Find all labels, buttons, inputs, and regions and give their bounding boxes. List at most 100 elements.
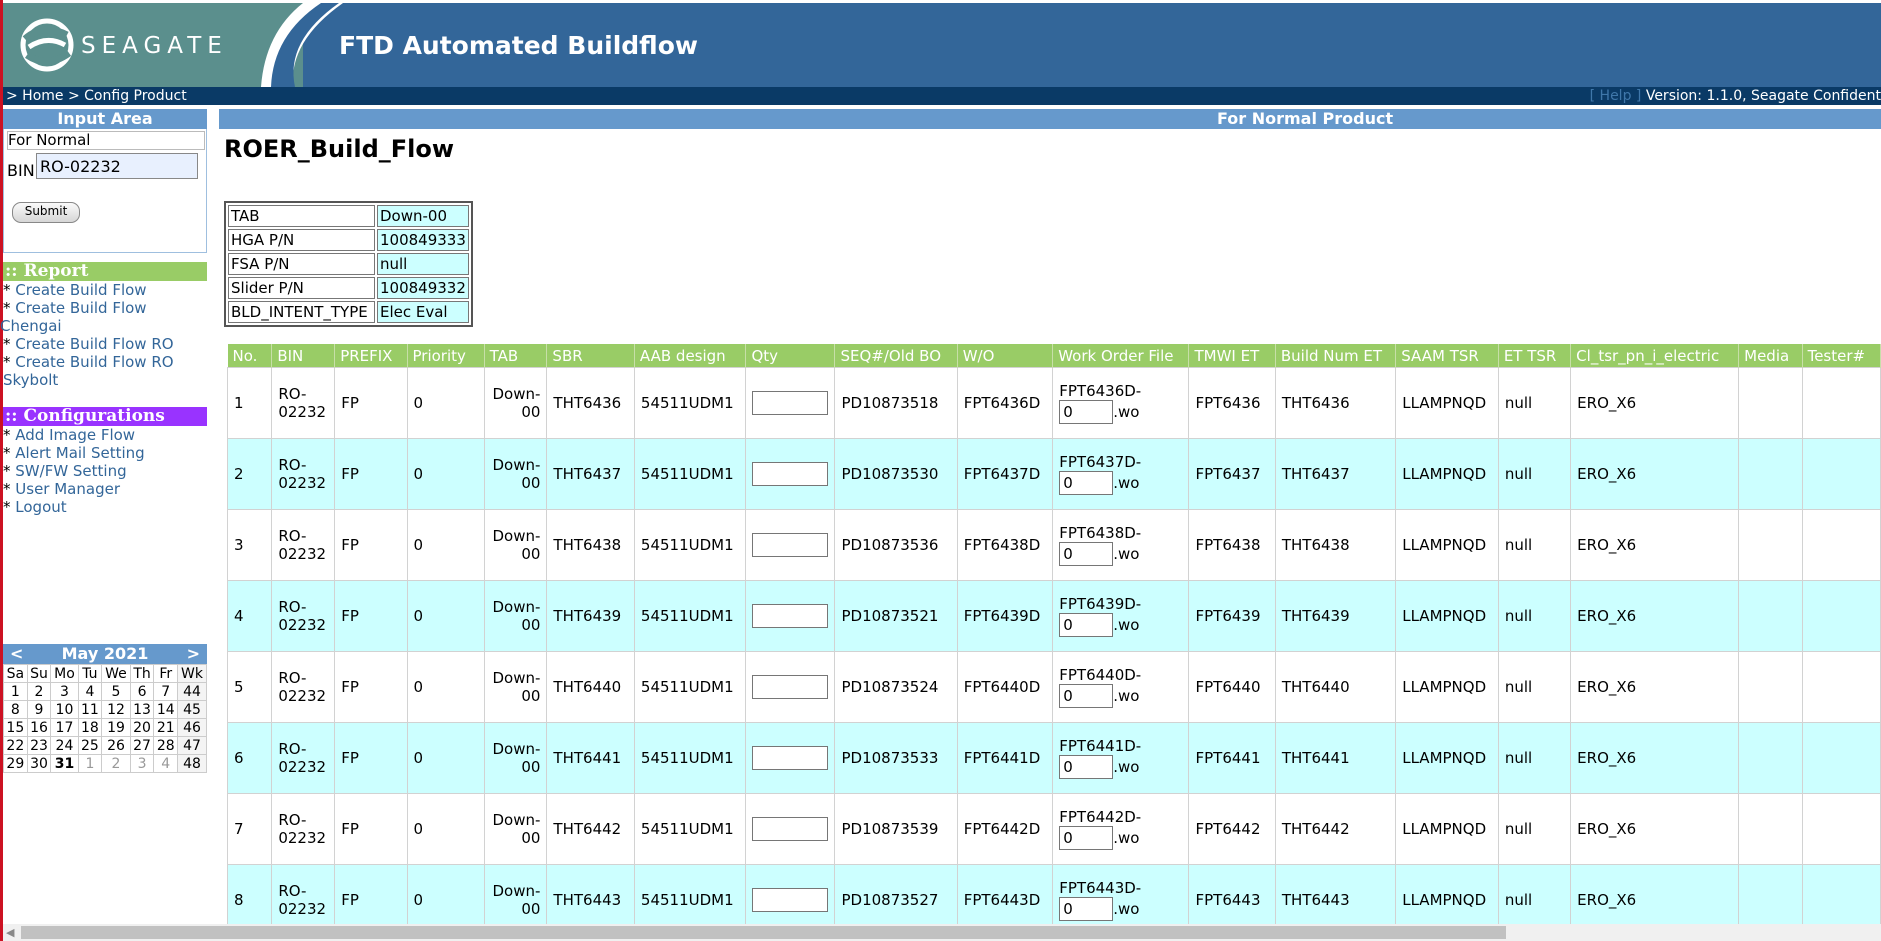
calendar-day[interactable]: 9 — [26, 700, 52, 719]
nav-label[interactable]: Logout — [15, 498, 66, 516]
nav-label[interactable]: Create Build Flow — [15, 299, 146, 317]
calendar-day[interactable]: 4 — [153, 754, 179, 773]
nav-user-manager[interactable]: * User Manager — [3, 480, 120, 498]
column-header[interactable]: Tester# — [1802, 344, 1881, 368]
column-header[interactable]: ET TSR — [1498, 344, 1572, 368]
column-header[interactable]: PREFIX — [334, 344, 408, 368]
nav-add-image-flow[interactable]: * Add Image Flow — [3, 426, 135, 444]
nav-label[interactable]: User Manager — [15, 480, 120, 498]
work-order-number-input[interactable]: 0 — [1059, 755, 1114, 779]
calendar-day[interactable]: 14 — [153, 700, 179, 719]
qty-input[interactable] — [752, 746, 829, 770]
calendar-day[interactable]: 20 — [129, 718, 155, 737]
scroll-left-icon[interactable]: ◀ — [6, 926, 14, 939]
nav-label[interactable]: Add Image Flow — [15, 426, 135, 444]
calendar-day[interactable]: 31 — [50, 754, 79, 773]
qty-input[interactable] — [752, 604, 829, 628]
qty-input[interactable] — [752, 533, 829, 557]
nav-label[interactable]: Create Build Flow RO — [15, 335, 173, 353]
nav-create-build-flow-ro[interactable]: * Create Build Flow RO — [3, 335, 174, 353]
calendar-day[interactable]: 25 — [77, 736, 103, 755]
calendar-day[interactable]: 1 — [77, 754, 103, 773]
calendar-next-button[interactable]: > — [187, 644, 200, 664]
calendar-week-number: 45 — [177, 700, 207, 719]
calendar-day[interactable]: 19 — [101, 718, 131, 737]
calendar-day[interactable]: 26 — [101, 736, 131, 755]
work-order-number-input[interactable]: 0 — [1059, 400, 1114, 424]
column-header[interactable]: Build Num ET — [1275, 344, 1397, 368]
nav-alert-mail-setting[interactable]: * Alert Mail Setting — [3, 444, 145, 462]
nav-create-build-flow-ro-skybolt[interactable]: * Create Build Flow RO — [3, 353, 174, 371]
nav-logout[interactable]: * Logout — [3, 498, 67, 516]
bin-input[interactable] — [36, 153, 198, 179]
column-header[interactable]: No. — [227, 344, 273, 368]
column-header[interactable]: TAB — [484, 344, 548, 368]
nav-label[interactable]: Create Build Flow — [15, 281, 146, 299]
calendar-day[interactable]: 3 — [129, 754, 155, 773]
column-header[interactable]: BIN — [271, 344, 336, 368]
calendar-day[interactable]: 28 — [153, 736, 179, 755]
nav-label[interactable]: Alert Mail Setting — [15, 444, 144, 462]
calendar-day[interactable]: 18 — [77, 718, 103, 737]
qty-input[interactable] — [752, 675, 829, 699]
qty-input[interactable] — [752, 391, 829, 415]
column-header[interactable]: AAB design — [634, 344, 747, 368]
column-header[interactable]: Media — [1738, 344, 1803, 368]
calendar-day[interactable]: 16 — [26, 718, 52, 737]
column-header[interactable]: SEQ#/Old BO — [834, 344, 958, 368]
work-order-number-input[interactable]: 0 — [1059, 897, 1114, 921]
calendar-day[interactable]: 12 — [101, 700, 131, 719]
calendar-day[interactable]: 1 — [3, 682, 28, 701]
submit-button[interactable]: Submit — [12, 202, 80, 223]
horizontal-scrollbar[interactable]: ◀ — [3, 924, 1881, 941]
calendar-day[interactable]: 17 — [50, 718, 79, 737]
nav-sw-fw-setting[interactable]: * SW/FW Setting — [3, 462, 127, 480]
calendar-day[interactable]: 4 — [77, 682, 103, 701]
column-header[interactable]: SAAM TSR — [1395, 344, 1499, 368]
calendar-day[interactable]: 6 — [129, 682, 155, 701]
column-header[interactable]: Qty — [745, 344, 836, 368]
column-header[interactable]: Priority — [407, 344, 485, 368]
work-order-number-input[interactable]: 0 — [1059, 542, 1114, 566]
cell-media — [1738, 651, 1803, 723]
work-order-number-input[interactable]: 0 — [1059, 471, 1114, 495]
nav-label[interactable]: Create Build Flow RO — [15, 353, 173, 371]
nav-create-build-flow-chengai[interactable]: * Create Build Flow — [3, 299, 147, 317]
calendar-day[interactable]: 29 — [3, 754, 28, 773]
nav-create-build-flow[interactable]: * Create Build Flow — [3, 281, 147, 299]
qty-input[interactable] — [752, 817, 829, 841]
calendar-day[interactable]: 2 — [101, 754, 131, 773]
calendar-day[interactable]: 3 — [50, 682, 79, 701]
column-header[interactable]: Cl_tsr_pn_i_electric — [1570, 344, 1740, 368]
column-header[interactable]: Work Order File — [1052, 344, 1190, 368]
calendar-day[interactable]: 30 — [26, 754, 52, 773]
calendar-day[interactable]: 13 — [129, 700, 155, 719]
calendar-day[interactable]: 27 — [129, 736, 155, 755]
calendar-day[interactable]: 15 — [3, 718, 28, 737]
qty-input[interactable] — [752, 888, 829, 912]
calendar-day[interactable]: 23 — [26, 736, 52, 755]
calendar-day[interactable]: 21 — [153, 718, 179, 737]
column-header[interactable]: TMWI ET — [1188, 344, 1276, 368]
calendar-day[interactable]: 22 — [3, 736, 28, 755]
column-header[interactable]: W/O — [957, 344, 1054, 368]
work-order-number-input[interactable]: 0 — [1059, 684, 1114, 708]
calendar-header: May 2021 < > — [3, 644, 207, 664]
nav-label-continuation[interactable]: Chengai — [0, 317, 62, 335]
calendar-day[interactable]: 10 — [50, 700, 79, 719]
work-order-number-input[interactable]: 0 — [1059, 613, 1114, 637]
calendar-prev-button[interactable]: < — [10, 644, 23, 664]
calendar-day[interactable]: 11 — [77, 700, 103, 719]
help-link[interactable]: [ Help ] — [1590, 88, 1642, 104]
nav-label[interactable]: SW/FW Setting — [15, 462, 126, 480]
qty-input[interactable] — [752, 462, 829, 486]
work-order-number-input[interactable]: 0 — [1059, 826, 1114, 850]
calendar-day[interactable]: 8 — [3, 700, 28, 719]
column-header[interactable]: SBR — [546, 344, 635, 368]
calendar-day[interactable]: 7 — [153, 682, 179, 701]
calendar-day[interactable]: 5 — [101, 682, 131, 701]
nav-label-continuation[interactable]: Skybolt — [3, 371, 58, 389]
scrollbar-thumb[interactable] — [21, 926, 1506, 939]
calendar-day[interactable]: 24 — [50, 736, 79, 755]
calendar-day[interactable]: 2 — [26, 682, 52, 701]
